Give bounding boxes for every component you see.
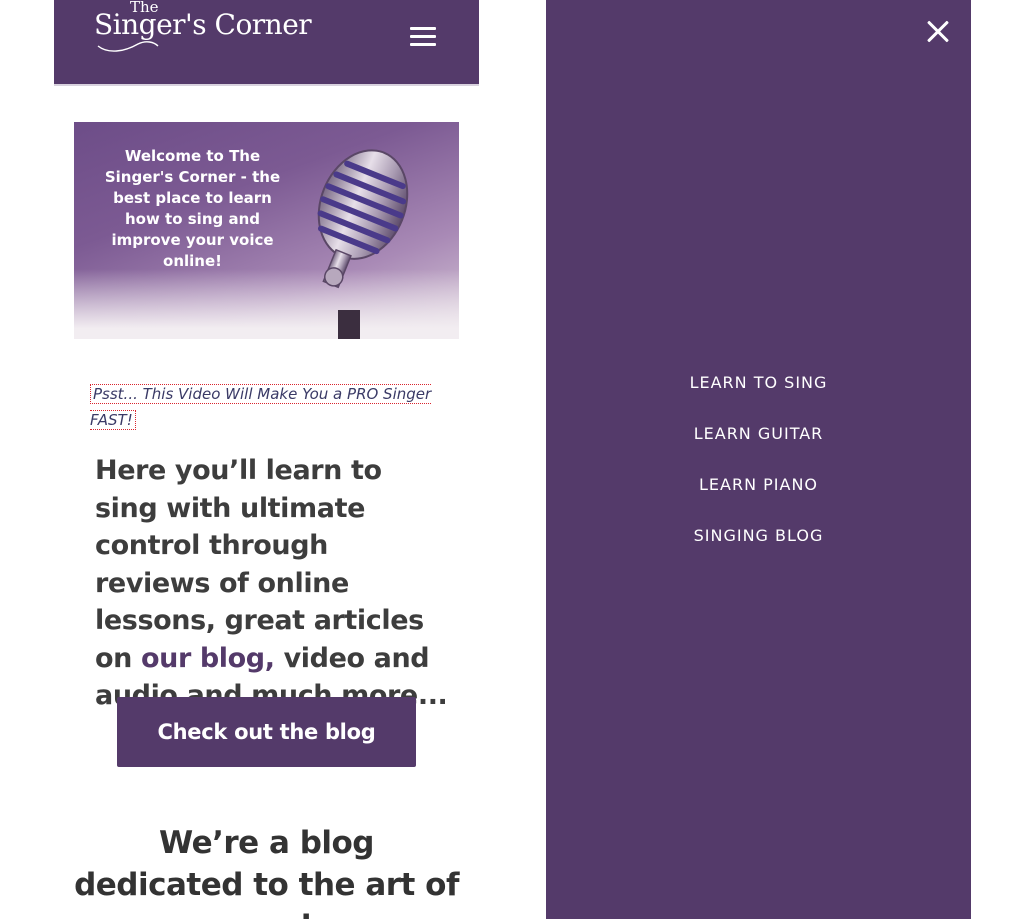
mobile-menu-panel: LEARN TO SING LEARN GUITAR LEARN PIANO S… (546, 0, 971, 919)
menu-link-learn-to-sing[interactable]: LEARN TO SING (690, 370, 828, 396)
menu-list: LEARN TO SING LEARN GUITAR LEARN PIANO S… (546, 370, 971, 574)
menu-item: SINGING BLOG (546, 523, 971, 574)
blog-inline-link[interactable]: our blog, (141, 643, 275, 674)
close-icon[interactable] (926, 20, 950, 44)
promo-text: Psst... This Video Will Make You a PRO S… (90, 381, 438, 433)
hamburger-icon[interactable] (410, 24, 437, 48)
microphone-image (317, 149, 409, 339)
menu-link-learn-piano[interactable]: LEARN PIANO (699, 472, 818, 498)
section-heading: We’re a blog dedicated to the art of voc… (74, 825, 459, 919)
menu-item: LEARN TO SING (546, 370, 971, 421)
check-out-blog-button[interactable]: Check out the blog (117, 697, 416, 767)
menu-item: LEARN GUITAR (546, 421, 971, 472)
menu-link-learn-guitar[interactable]: LEARN GUITAR (694, 421, 824, 447)
hero-banner: Welcome to The Singer's Corner - the bes… (74, 122, 459, 339)
logo-swash-icon (97, 41, 159, 52)
site-logo[interactable]: The Singer's Corner (94, 0, 324, 58)
promo-video-link[interactable]: Psst... This Video Will Make You a PRO S… (90, 384, 432, 430)
menu-link-singing-blog[interactable]: SINGING BLOG (694, 523, 824, 549)
intro-paragraph: Here you’ll learn to sing with ultimate … (95, 452, 450, 715)
page-view: The Singer's Corner Welcome to The Singe… (54, 0, 479, 919)
hero-text: Welcome to The Singer's Corner - the bes… (104, 147, 281, 270)
menu-item: LEARN PIANO (546, 472, 971, 523)
site-header: The Singer's Corner (54, 0, 479, 86)
intro-text-start: Here you’ll learn to sing with ultimate … (95, 455, 424, 674)
